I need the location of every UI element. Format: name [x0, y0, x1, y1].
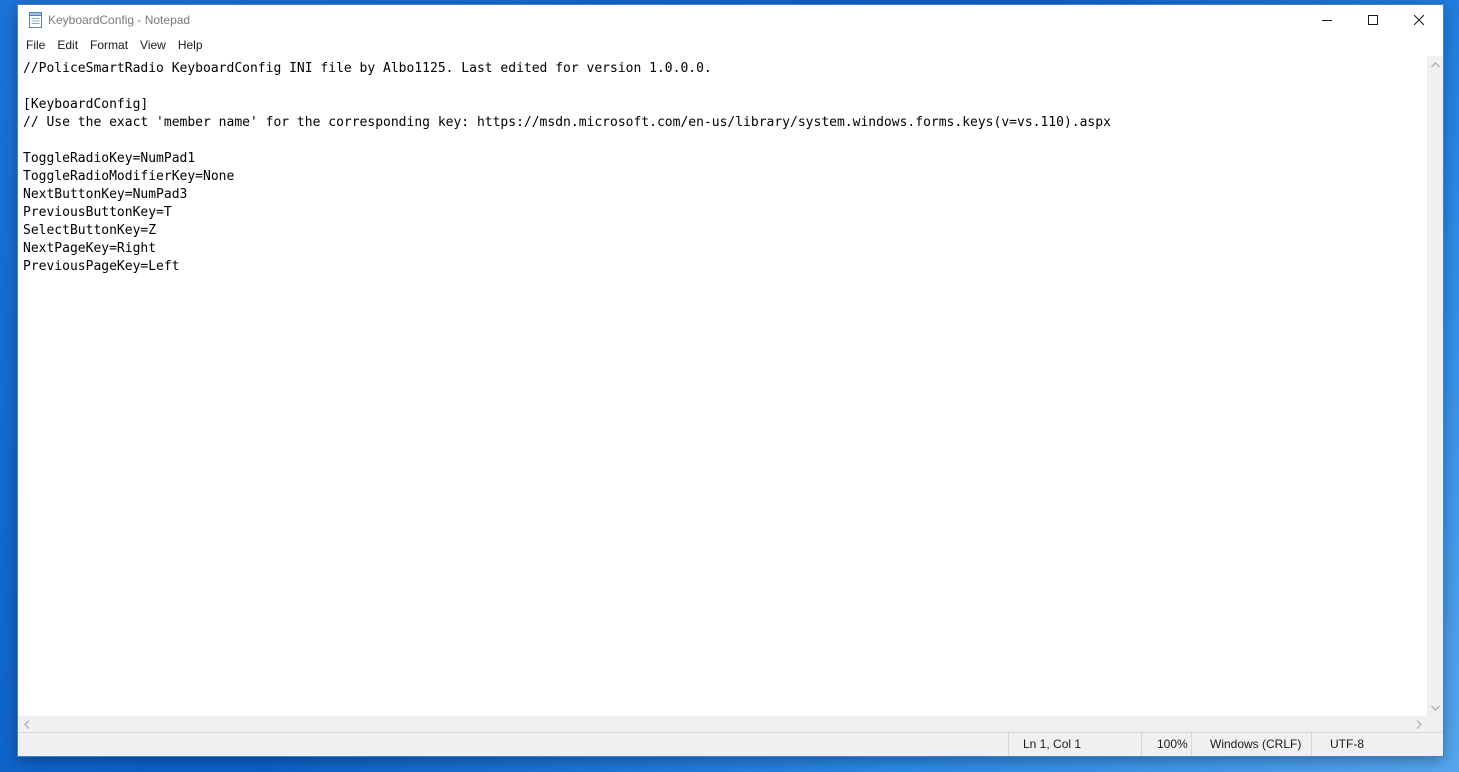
- minimize-icon: [1322, 20, 1332, 21]
- window-title: KeyboardConfig - Notepad: [48, 13, 191, 27]
- scroll-up-button[interactable]: [1427, 56, 1443, 73]
- cursor-position: Ln 1, Col 1: [1008, 733, 1141, 756]
- chevron-left-icon: [23, 719, 29, 729]
- menu-edit[interactable]: Edit: [51, 35, 84, 56]
- menu-bar: File Edit Format View Help: [18, 35, 1443, 56]
- scroll-left-button[interactable]: [18, 716, 35, 732]
- status-bar: Ln 1, Col 1 100% Windows (CRLF) UTF-8: [18, 732, 1443, 756]
- text-editor[interactable]: //PoliceSmartRadio KeyboardConfig INI fi…: [18, 56, 1427, 716]
- menu-file[interactable]: File: [20, 35, 51, 56]
- chevron-up-icon: [1430, 61, 1440, 67]
- editor-text[interactable]: //PoliceSmartRadio KeyboardConfig INI fi…: [23, 60, 1111, 276]
- menu-view[interactable]: View: [134, 35, 172, 56]
- line-ending: Windows (CRLF): [1191, 733, 1311, 756]
- title-bar[interactable]: KeyboardConfig - Notepad: [18, 5, 1443, 35]
- chevron-down-icon: [1430, 705, 1440, 711]
- text-encoding: UTF-8: [1311, 733, 1443, 756]
- menu-help[interactable]: Help: [172, 35, 209, 56]
- menu-format[interactable]: Format: [84, 35, 134, 56]
- close-icon: [1414, 15, 1424, 25]
- scrollbar-corner: [1427, 716, 1443, 732]
- close-button[interactable]: [1396, 5, 1442, 35]
- scroll-right-button[interactable]: [1410, 716, 1427, 732]
- zoom-level: 100%: [1141, 733, 1191, 756]
- vertical-scrollbar[interactable]: [1427, 56, 1443, 716]
- scroll-down-button[interactable]: [1427, 699, 1443, 716]
- maximize-button[interactable]: [1350, 5, 1396, 35]
- minimize-button[interactable]: [1304, 5, 1350, 35]
- horizontal-scrollbar[interactable]: [18, 716, 1427, 732]
- notepad-window: KeyboardConfig - Notepad File Edit Forma…: [18, 5, 1443, 756]
- maximize-icon: [1368, 15, 1378, 25]
- notepad-icon[interactable]: [28, 12, 43, 28]
- chevron-right-icon: [1416, 719, 1422, 729]
